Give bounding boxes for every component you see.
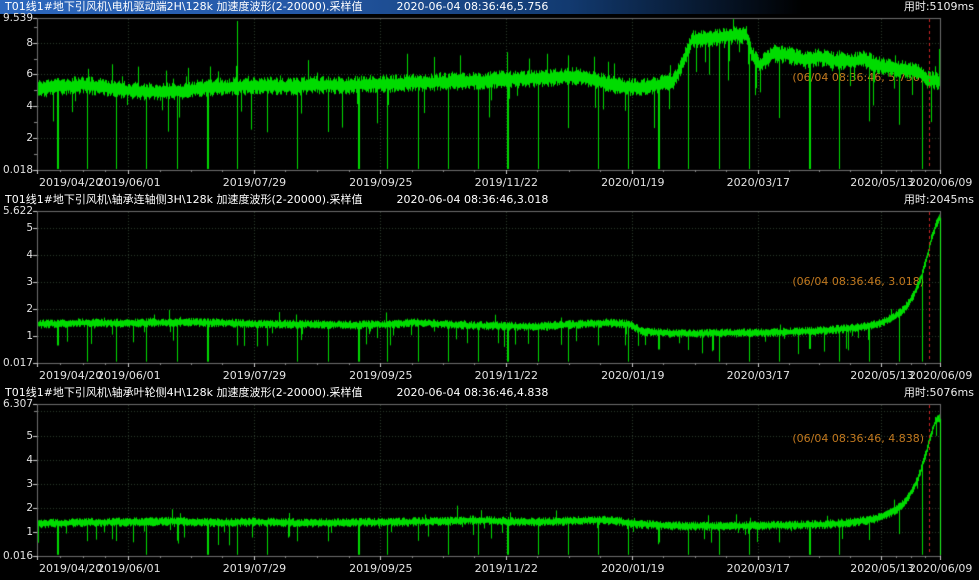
y-tick-label: 4 xyxy=(0,100,33,112)
plot-area-2h[interactable]: (06/04 08:36:46, 5.756) 9.5390.0188642 xyxy=(0,14,979,174)
y-tick-label: 5 xyxy=(0,430,33,442)
elapsed-time: 用时:5109ms xyxy=(904,0,974,14)
x-tick-label: 2019/11/22 xyxy=(475,369,538,382)
x-tick-label: 2019/04/20 xyxy=(39,369,102,382)
vibration-trend-window: T01线1#地下引风机\电机驱动端2H\128k 加速度波形(2-20000).… xyxy=(0,0,979,580)
trace-canvas xyxy=(0,14,979,174)
x-tick-label: 2020/06/09 xyxy=(909,176,972,189)
y-tick-label: 4 xyxy=(0,454,33,466)
y-tick-label: 9.539 xyxy=(0,12,33,24)
elapsed-time: 用时:5076ms xyxy=(904,386,974,400)
chart-block-3h: T01线1#地下引风机\轴承连轴侧3H\128k 加速度波形(2-20000).… xyxy=(0,193,979,386)
x-tick-label: 2020/06/09 xyxy=(909,562,972,575)
chart-titlebar-4h[interactable]: T01线1#地下引风机\轴承叶轮侧4H\128k 加速度波形(2-20000).… xyxy=(0,386,979,400)
chart-title: T01线1#地下引风机\电机驱动端2H\128k 加速度波形(2-20000).… xyxy=(5,0,363,14)
y-tick-label: 8 xyxy=(0,37,33,49)
x-tick-label: 2020/03/17 xyxy=(727,176,790,189)
x-axis-labels-2h: 2019/04/202019/06/01 2019/07/29 2019/09/25… xyxy=(0,174,979,193)
chart-title: T01线1#地下引风机\轴承叶轮侧4H\128k 加速度波形(2-20000).… xyxy=(5,386,363,400)
y-tick-label: 4 xyxy=(0,249,33,261)
y-tick-label: 1 xyxy=(0,330,33,342)
plot-area-4h[interactable]: (06/04 08:36:46, 4.838) 6.3070.01654321 xyxy=(0,400,979,560)
x-tick-label: 2019/06/01 xyxy=(97,176,160,189)
x-tick-label: 2019/11/22 xyxy=(475,176,538,189)
x-axis-labels-4h: 2019/04/202019/06/01 2019/07/29 2019/09/25… xyxy=(0,560,979,579)
x-tick-label: 2020/05/13 xyxy=(850,369,913,382)
x-tick-label: 2019/04/20 xyxy=(39,176,102,189)
x-tick-label: 2020/03/17 xyxy=(727,369,790,382)
y-tick-label: 2 xyxy=(0,502,33,514)
y-tick-label: 0.016 xyxy=(0,550,33,562)
y-tick-label: 5 xyxy=(0,222,33,234)
chart-timestamp: 2020-06-04 08:36:46,5.756 xyxy=(397,0,549,14)
chart-title: T01线1#地下引风机\轴承连轴侧3H\128k 加速度波形(2-20000).… xyxy=(5,193,363,207)
x-tick-label: 2019/09/25 xyxy=(349,562,412,575)
x-tick-label: 2020/06/09 xyxy=(909,369,972,382)
chart-titlebar-3h[interactable]: T01线1#地下引风机\轴承连轴侧3H\128k 加速度波形(2-20000).… xyxy=(0,193,979,207)
x-tick-label: 2020/01/19 xyxy=(601,176,664,189)
x-tick-label: 2019/06/01 xyxy=(97,369,160,382)
y-tick-label: 3 xyxy=(0,478,33,490)
chart-block-2h: T01线1#地下引风机\电机驱动端2H\128k 加速度波形(2-20000).… xyxy=(0,0,979,193)
x-tick-label: 2020/01/19 xyxy=(601,562,664,575)
x-tick-label: 2019/09/25 xyxy=(349,176,412,189)
chart-block-4h: T01线1#地下引风机\轴承叶轮侧4H\128k 加速度波形(2-20000).… xyxy=(0,386,979,579)
x-tick-label: 2020/01/19 xyxy=(601,369,664,382)
x-tick-label: 2019/09/25 xyxy=(349,369,412,382)
chart-timestamp: 2020-06-04 08:36:46,3.018 xyxy=(397,193,549,207)
trace-canvas xyxy=(0,207,979,367)
x-tick-label: 2019/07/29 xyxy=(223,176,286,189)
trace-canvas xyxy=(0,400,979,560)
chart-titlebar-2h[interactable]: T01线1#地下引风机\电机驱动端2H\128k 加速度波形(2-20000).… xyxy=(0,0,979,14)
y-tick-label: 3 xyxy=(0,276,33,288)
y-tick-label: 0.017 xyxy=(0,357,33,369)
y-tick-label: 2 xyxy=(0,303,33,315)
x-tick-label: 2020/05/13 xyxy=(850,562,913,575)
y-tick-label: 0.018 xyxy=(0,164,33,176)
x-tick-label: 2019/07/29 xyxy=(223,562,286,575)
elapsed-time: 用时:2045ms xyxy=(904,193,974,207)
chart-timestamp: 2020-06-04 08:36:46,4.838 xyxy=(397,386,549,400)
y-tick-label: 6.307 xyxy=(0,398,33,410)
x-tick-label: 2020/03/17 xyxy=(727,562,790,575)
x-tick-label: 2019/07/29 xyxy=(223,369,286,382)
plot-area-3h[interactable]: (06/04 08:36:46, 3.018) 5.6220.01754321 xyxy=(0,207,979,367)
y-tick-label: 5.622 xyxy=(0,205,33,217)
y-tick-label: 1 xyxy=(0,526,33,538)
x-tick-label: 2019/11/22 xyxy=(475,562,538,575)
x-tick-label: 2019/06/01 xyxy=(97,562,160,575)
x-tick-label: 2019/04/20 xyxy=(39,562,102,575)
x-axis-labels-3h: 2019/04/202019/06/01 2019/07/29 2019/09/25… xyxy=(0,367,979,386)
y-tick-label: 2 xyxy=(0,132,33,144)
x-tick-label: 2020/05/13 xyxy=(850,176,913,189)
y-tick-label: 6 xyxy=(0,68,33,80)
